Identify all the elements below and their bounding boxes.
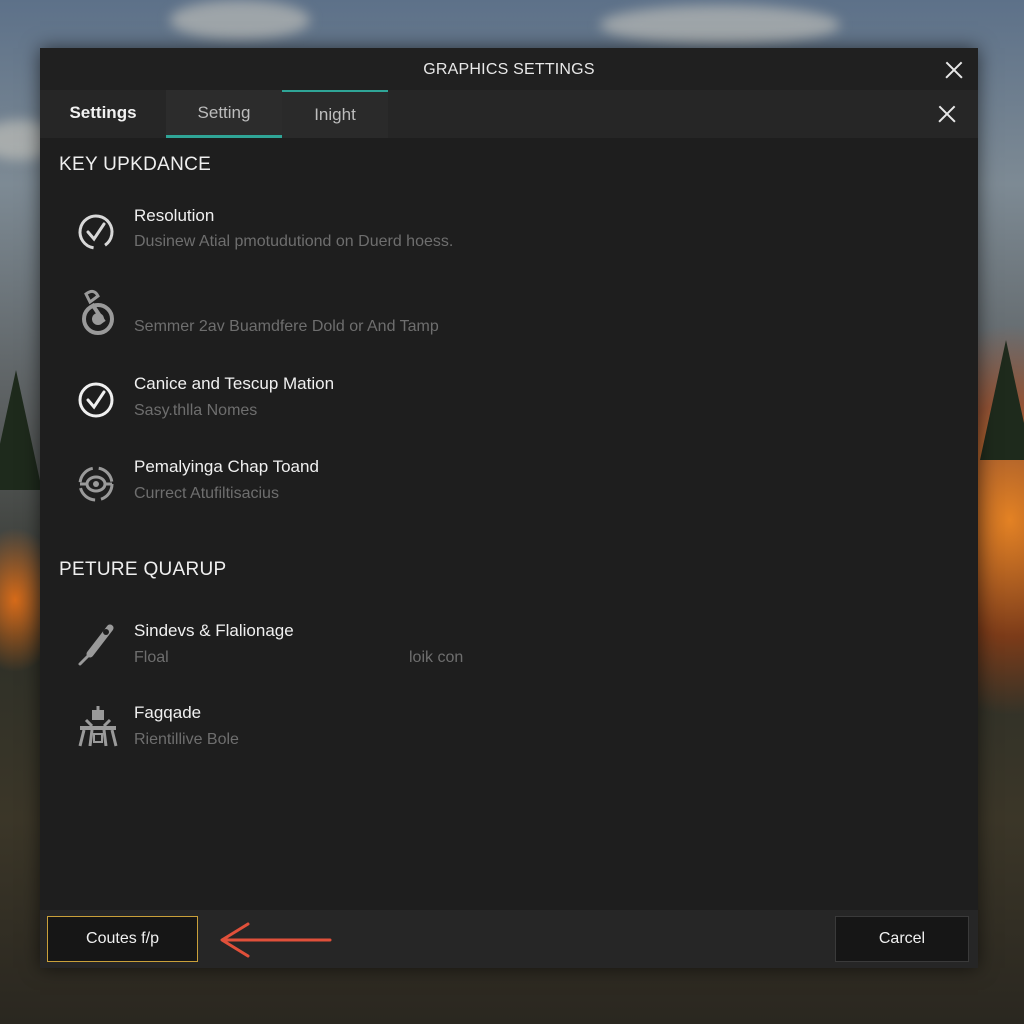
setting-title[interactable]: Pemalyinga Chap Toand [134,457,319,477]
structure-icon [76,704,118,750]
steering-wheel-icon [76,464,116,504]
tab-bar: Settings Setting Inight [40,90,978,138]
cloud [600,5,840,45]
setting-description: Rientillive Bole [134,731,239,748]
check-circle-icon [76,212,116,252]
cloud [170,0,310,40]
setting-description: Dusinew Atial pmotudutiond on Duerd hoes… [134,233,454,250]
dialog-title: GRAPHICS SETTINGS [423,61,595,78]
dialog-titlebar: GRAPHICS SETTINGS [40,48,978,90]
cancel-button[interactable]: Carcel [835,916,969,962]
wrench-gear-icon [76,286,116,338]
setting-description: Currect Atufiltisacius [134,485,279,502]
setting-title[interactable]: Sindevs & Flalionage [134,621,294,641]
section-title-peture-quarup: PETURE QUARUP [59,559,227,580]
tab-setting[interactable]: Setting [166,90,282,138]
setting-value: loik con [409,649,464,666]
confirm-button[interactable]: Coutes f/p [47,916,198,962]
check-circle-icon [76,380,116,420]
setting-description: Sasy.thlla Nomes [134,402,258,419]
setting-description: Semmer 2av Buamdfere Dold or And Tamp [134,318,439,335]
tree [980,340,1024,460]
tab-inight[interactable]: Inight [282,90,388,138]
section-title-key-upkdance: KEY UPKDANCE [59,154,212,175]
setting-title[interactable]: Canice and Tescup Mation [134,374,334,394]
graphics-settings-dialog: GRAPHICS SETTINGS Settings Setting Inigh… [40,48,978,968]
arrow-left-icon [220,922,332,958]
setting-title[interactable]: Resolution [134,206,214,226]
setting-description: Floal [134,649,169,666]
tree [0,370,42,490]
setting-title[interactable]: Fagqade [134,703,201,723]
close-icon[interactable] [944,60,964,80]
close-icon[interactable] [937,104,957,124]
tab-settings[interactable]: Settings [40,90,166,138]
dialog-footer: Coutes f/p Carcel [40,910,978,968]
brush-icon [76,622,116,668]
